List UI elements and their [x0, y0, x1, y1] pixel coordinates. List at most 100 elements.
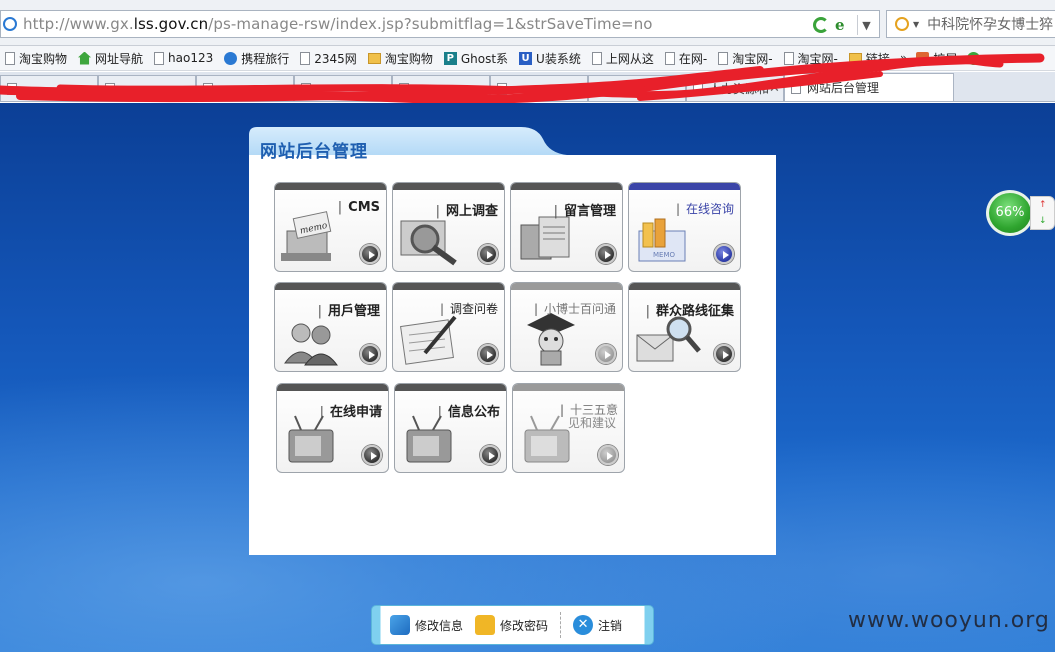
extensions-icon	[916, 51, 930, 65]
favorite-label: 网址导航	[95, 51, 144, 66]
shield-icon[interactable]	[967, 51, 981, 65]
page-icon	[154, 51, 165, 65]
favorite-label: Ghost系	[460, 51, 509, 66]
favorite-item[interactable]: 在网-	[660, 46, 713, 70]
address-bar[interactable]: http://www.gx.lss.gov.cn/ps-manage-rsw/i…	[0, 10, 880, 38]
edit-info-button[interactable]: 修改信息	[390, 615, 463, 635]
tile-mass-line[interactable]: 群众路线征集	[628, 282, 741, 372]
refresh-icon[interactable]	[813, 17, 829, 33]
extensions-button[interactable]: 扩展	[911, 46, 990, 70]
tab[interactable]	[588, 75, 686, 101]
url-text[interactable]: http://www.gx.lss.gov.cn/ps-manage-rsw/i…	[23, 15, 653, 33]
tile-header-bar	[393, 183, 504, 190]
tile-label: 在线申请	[320, 401, 382, 420]
favorite-item[interactable]: 上网从这	[587, 46, 660, 70]
edit-info-label: 修改信息	[415, 618, 464, 633]
tile-little-doctor[interactable]: 小博士百问通	[510, 282, 623, 372]
favorite-label: 淘宝网-	[732, 51, 773, 66]
ie-page-icon	[3, 17, 17, 31]
favorite-item[interactable]: hao123	[149, 46, 219, 70]
change-password-label: 修改密码	[500, 618, 549, 633]
chevron-down-icon[interactable]: ▼	[857, 15, 875, 35]
play-arrow-icon[interactable]	[478, 344, 498, 364]
play-arrow-icon[interactable]	[714, 244, 734, 264]
tile-header-bar	[395, 384, 506, 391]
favorite-label: 上网从这	[605, 51, 654, 66]
tile-label: 调查问卷	[440, 300, 498, 317]
favorite-item[interactable]: 2345网	[295, 46, 363, 70]
tab[interactable]	[98, 75, 196, 101]
speed-arrows: ↑ ↓	[1030, 196, 1055, 230]
tile-online-consult[interactable]: MEMO 在线咨询	[628, 182, 741, 272]
page-icon	[105, 82, 115, 95]
favorite-item[interactable]: U U装系统	[514, 46, 587, 70]
tile-label: 信息公布	[438, 401, 500, 420]
favorite-item[interactable]: 淘宝网-	[779, 46, 844, 70]
tile-message-management[interactable]: 留言管理	[510, 182, 623, 272]
play-arrow-icon[interactable]	[480, 445, 500, 465]
tab[interactable]	[392, 75, 490, 101]
tile-label: 在线咨询	[676, 200, 734, 217]
favorite-item[interactable]: 链接	[844, 46, 896, 70]
change-password-button[interactable]: 修改密码	[475, 615, 548, 635]
tile-label: 用戶管理	[318, 300, 380, 319]
page-icon	[300, 51, 311, 65]
compat-icon[interactable]: e	[835, 17, 851, 33]
tab[interactable]	[490, 75, 588, 101]
favorite-label: 淘宝购物	[384, 51, 433, 66]
page-icon	[399, 82, 409, 95]
tile-header-bar	[275, 183, 386, 190]
page-icon	[595, 82, 605, 95]
search-box[interactable]: ▼ 中科院怀孕女博士猝	[886, 10, 1055, 38]
favorite-item[interactable]: 淘宝购物	[0, 46, 73, 70]
play-arrow-icon[interactable]	[360, 244, 380, 264]
close-icon[interactable]: ✕	[769, 81, 780, 96]
play-arrow-icon[interactable]	[362, 445, 382, 465]
tile-header-bar	[277, 384, 388, 391]
tile-header-bar	[393, 283, 504, 290]
tile-header-bar	[511, 283, 622, 290]
favorite-item[interactable]: 淘宝网-	[713, 46, 778, 70]
play-arrow-icon[interactable]	[360, 344, 380, 364]
favorite-item[interactable]: P Ghost系	[439, 46, 514, 70]
tile-online-survey[interactable]: 网上调查	[392, 182, 505, 272]
play-arrow-icon[interactable]	[478, 244, 498, 264]
tab[interactable]: 人力资源和 ✕	[686, 75, 784, 101]
account-toolbar: 修改信息 修改密码 ✕ 注销	[371, 605, 654, 645]
play-arrow-icon[interactable]	[596, 244, 616, 264]
search-input[interactable]: 中科院怀孕女博士猝	[927, 14, 1053, 34]
favorites-more-button[interactable]: »	[896, 51, 911, 65]
tile-cms[interactable]: memoCMS	[274, 182, 387, 272]
search-icon[interactable]	[895, 17, 909, 31]
tab[interactable]	[294, 75, 392, 101]
favorite-item[interactable]: 网址导航	[73, 46, 149, 70]
play-arrow-icon[interactable]	[598, 445, 618, 465]
tile-questionnaire[interactable]: 调查问卷	[392, 282, 505, 372]
favorite-item[interactable]: 携程旅行	[219, 46, 295, 70]
p-icon: P	[443, 51, 457, 65]
tile-online-apply[interactable]: 在线申请	[276, 383, 389, 473]
play-arrow-icon[interactable]	[596, 344, 616, 364]
download-arrow-icon: ↓	[1039, 216, 1047, 226]
tile-label-line2: 见和建议	[567, 416, 616, 430]
panel-title: 网站后台管理	[260, 142, 368, 162]
tile-header-bar	[629, 283, 740, 290]
extensions-label: 扩展	[933, 51, 958, 66]
favorite-label: 淘宝网-	[797, 51, 838, 66]
svg-text:MEMO: MEMO	[653, 251, 676, 259]
folder-icon	[367, 52, 381, 64]
toolbar-divider	[560, 612, 562, 638]
tab[interactable]	[0, 75, 98, 101]
tile-header-bar	[511, 183, 622, 190]
page-icon	[5, 51, 15, 65]
logout-button[interactable]: ✕ 注销	[573, 615, 622, 635]
network-speed-widget[interactable]: 66%	[986, 190, 1034, 236]
tile-user-management[interactable]: 用戶管理	[274, 282, 387, 372]
tile-info-publish[interactable]: 信息公布	[394, 383, 507, 473]
search-engine-dropdown-icon[interactable]: ▼	[913, 20, 919, 29]
tile-13th-five-year[interactable]: 十三五意见和建议	[512, 383, 625, 473]
tab[interactable]	[196, 75, 294, 101]
tab-active[interactable]: 网站后台管理	[784, 73, 954, 101]
favorite-item[interactable]: 淘宝购物	[363, 46, 439, 70]
play-arrow-icon[interactable]	[714, 344, 734, 364]
